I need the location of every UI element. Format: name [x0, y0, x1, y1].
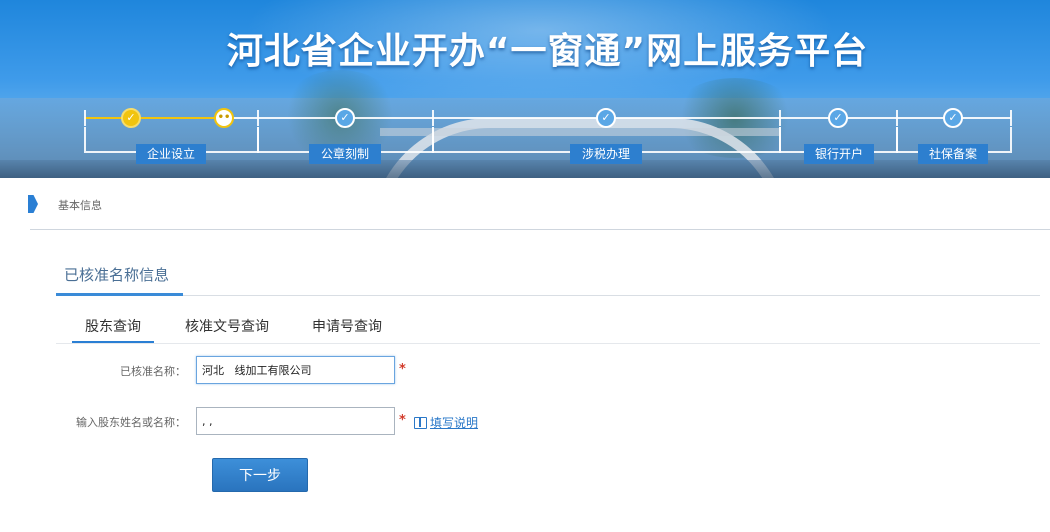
breadcrumb-marker-icon: [28, 195, 38, 213]
step-label-enterprise-setup[interactable]: 企业设立: [136, 144, 206, 164]
step-current-ellipsis-icon: ••: [214, 108, 234, 128]
progress-steps: ✓ •• ✓ ✓ ✓ ✓ 企业设立 公章刻制 涉税办理 银行开户 社保备案: [0, 100, 1050, 170]
step-label-seal-engraving[interactable]: 公章刻制: [309, 144, 381, 164]
required-mark: *: [399, 362, 406, 377]
step-done-check-icon: ✓: [121, 108, 141, 128]
tabs-divider: [56, 343, 1040, 344]
tab-approval-number-query[interactable]: 核准文号查询: [185, 316, 269, 336]
progress-tick: [432, 110, 434, 126]
step-label-social-security[interactable]: 社保备案: [918, 144, 988, 164]
book-icon: [414, 416, 427, 429]
approved-name-input[interactable]: [196, 356, 395, 384]
section-title: 已核准名称信息: [64, 266, 170, 284]
step-pending-check-icon: ✓: [335, 108, 355, 128]
approved-name-label: 已核准名称：: [120, 365, 186, 378]
step-pending-check-icon: ✓: [828, 108, 848, 128]
progress-tick: [1010, 110, 1012, 126]
progress-tick: [84, 110, 86, 126]
header-banner: 河北省企业开办“一窗通”网上服务平台 ✓ •• ✓ ✓ ✓ ✓ 企业设立 公章刻…: [0, 0, 1050, 178]
shareholder-name-input[interactable]: [196, 407, 395, 435]
step-pending-check-icon: ✓: [943, 108, 963, 128]
progress-tick: [779, 110, 781, 126]
breadcrumb-label: 基本信息: [58, 199, 102, 212]
page-title: 河北省企业开办“一窗通”网上服务平台: [226, 31, 869, 72]
divider: [30, 229, 1050, 230]
query-tabs: 股东查询 核准文号查询 申请号查询: [72, 316, 1040, 344]
step-label-tax-handling[interactable]: 涉税办理: [570, 144, 642, 164]
section-title-underline: [56, 293, 183, 296]
next-step-button[interactable]: 下一步: [212, 458, 308, 492]
tab-application-number-query[interactable]: 申请号查询: [312, 316, 382, 336]
shareholder-name-label: 输入股东姓名或名称：: [76, 416, 186, 429]
tab-shareholder-query[interactable]: 股东查询: [85, 316, 141, 336]
progress-tick: [896, 110, 898, 126]
progress-tick: [257, 110, 259, 126]
required-mark: *: [399, 413, 406, 428]
fill-instructions-label: 填写说明: [430, 416, 479, 430]
section-divider: [56, 295, 1040, 296]
step-label-bank-account[interactable]: 银行开户: [804, 144, 874, 164]
progress-line-done: [84, 117, 224, 119]
step-pending-check-icon: ✓: [596, 108, 616, 128]
fill-instructions-link[interactable]: 填写说明: [414, 412, 478, 430]
